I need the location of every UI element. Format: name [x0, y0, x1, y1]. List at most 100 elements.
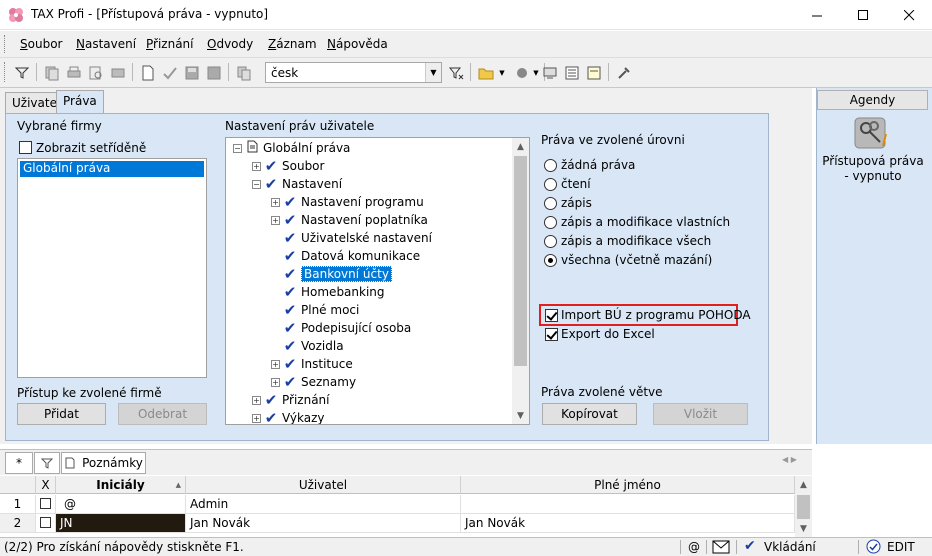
cell-initials[interactable]: @: [56, 495, 186, 514]
rights-radio[interactable]: [544, 254, 557, 267]
paste-button[interactable]: Vložit: [653, 403, 748, 425]
check-icon[interactable]: ✔: [283, 337, 297, 355]
row-checkbox-cell[interactable]: [36, 495, 56, 514]
cell-initials[interactable]: JN: [56, 514, 186, 533]
cell-user[interactable]: Admin: [186, 495, 461, 514]
collapse-icon[interactable]: −: [233, 143, 242, 153]
expand-icon[interactable]: +: [271, 197, 280, 207]
menu-napoveda[interactable]: Nápověda: [327, 37, 388, 51]
tree-item[interactable]: − ✔ Nastavení: [252, 175, 342, 193]
folder-icon[interactable]: [476, 63, 496, 83]
rights-radio[interactable]: [544, 235, 557, 248]
check-icon[interactable]: ✔: [264, 175, 278, 193]
rights-radio[interactable]: [544, 216, 557, 229]
check-icon[interactable]: ✔: [283, 301, 297, 319]
tab-scroll-arrows[interactable]: ◀ ▶: [782, 455, 797, 464]
save-icon[interactable]: [182, 63, 202, 83]
check-icon[interactable]: ✔: [283, 193, 297, 211]
tab-notes[interactable]: Poznámky: [61, 452, 146, 474]
folder-dropdown-icon[interactable]: ▼: [496, 63, 508, 83]
export-icon[interactable]: [108, 63, 128, 83]
firms-list[interactable]: Globální práva: [17, 158, 207, 378]
tab-all[interactable]: *: [5, 452, 33, 474]
close-button[interactable]: [886, 0, 932, 30]
check-icon[interactable]: ✔: [283, 247, 297, 265]
tree-scrollbar-thumb[interactable]: [514, 156, 527, 366]
expand-icon[interactable]: +: [252, 395, 261, 405]
check-icon[interactable]: ✔: [283, 355, 297, 373]
rights-tree[interactable]: − Globální práva + ✔ Soubor − ✔ Nastavení + ✔ Nast…: [225, 137, 530, 425]
menu-priznani[interactable]: Přiznání: [146, 37, 194, 51]
tab-prava[interactable]: Práva: [56, 90, 104, 114]
column-header-user[interactable]: Uživatel: [186, 476, 461, 494]
column-header-x[interactable]: X: [36, 476, 56, 494]
check-icon[interactable]: ✔: [283, 229, 297, 247]
expand-icon[interactable]: +: [271, 215, 280, 225]
tree-item[interactable]: ✔ Uživatelské nastavení: [271, 229, 432, 247]
note-icon[interactable]: [584, 63, 604, 83]
duplicate-icon[interactable]: [234, 63, 254, 83]
tree-item[interactable]: ✔ Homebanking: [271, 283, 385, 301]
export-checkbox[interactable]: [545, 328, 558, 341]
tree-item[interactable]: − Globální práva: [233, 139, 350, 157]
menu-grip[interactable]: [4, 35, 7, 53]
grid-scrollbar[interactable]: ▲ ▼: [795, 476, 812, 537]
check-icon[interactable]: ✔: [283, 319, 297, 337]
filter-tab-icon[interactable]: [34, 452, 60, 474]
list-item[interactable]: Globální práva: [20, 161, 204, 177]
tree-item[interactable]: + ✔ Nastavení poplatníka: [271, 211, 428, 229]
cell-full-name[interactable]: [461, 495, 795, 514]
expand-icon[interactable]: +: [271, 377, 280, 387]
collapse-icon[interactable]: −: [252, 179, 261, 189]
search-combo[interactable]: česk ▼: [265, 62, 442, 83]
maximize-button[interactable]: [840, 0, 886, 30]
print-icon[interactable]: [64, 63, 84, 83]
menu-zaznam[interactable]: Záznam: [268, 37, 317, 51]
rights-radio[interactable]: [544, 197, 557, 210]
check-icon[interactable]: ✔: [283, 283, 297, 301]
scroll-up-icon[interactable]: ▲: [795, 476, 812, 493]
grid-scrollbar-thumb[interactable]: [797, 495, 810, 519]
import-checkbox[interactable]: [545, 309, 558, 322]
check-icon[interactable]: ✔: [283, 211, 297, 229]
tree-item[interactable]: ✔ Datová komunikace: [271, 247, 420, 265]
cell-user[interactable]: Jan Novák: [186, 514, 461, 533]
record-icon[interactable]: [512, 63, 532, 83]
row-checkbox-cell[interactable]: [36, 514, 56, 533]
check-icon[interactable]: ✔: [264, 157, 278, 175]
toolbar-grip[interactable]: [4, 62, 7, 82]
menu-nastaveni[interactable]: Nastavení: [76, 37, 136, 51]
expand-icon[interactable]: +: [271, 359, 280, 369]
tree-item[interactable]: ✔ Bankovní účty: [271, 265, 392, 283]
rights-radio[interactable]: [544, 159, 557, 172]
check-icon[interactable]: ✔: [264, 391, 278, 409]
access-rights-icon[interactable]: [854, 116, 890, 150]
agenda-item-label[interactable]: Přístupová práva - vypnuto: [820, 154, 926, 184]
tree-item[interactable]: + ✔ Nastavení programu: [271, 193, 424, 211]
delete-icon[interactable]: [204, 63, 224, 83]
tree-item[interactable]: + ✔ Instituce: [271, 355, 353, 373]
remove-button[interactable]: Odebrat: [118, 403, 207, 425]
tree-item[interactable]: ✔ Vozidla: [271, 337, 344, 355]
check-icon[interactable]: ✔: [264, 409, 278, 424]
tree-item[interactable]: ✔ Podepisující osoba: [271, 319, 412, 337]
scroll-up-icon[interactable]: ▲: [512, 138, 529, 155]
document-icon[interactable]: [245, 139, 259, 157]
scroll-down-icon[interactable]: ▼: [512, 407, 529, 424]
tree-item[interactable]: + ✔ Přiznání: [252, 391, 330, 409]
preview-icon[interactable]: [86, 63, 106, 83]
minimize-button[interactable]: [794, 0, 840, 30]
sorted-checkbox[interactable]: [19, 141, 32, 154]
rights-radio[interactable]: [544, 178, 557, 191]
list-icon[interactable]: [562, 63, 582, 83]
check-icon[interactable]: ✔: [283, 373, 297, 391]
tree-item[interactable]: ✔ Plné moci: [271, 301, 360, 319]
menu-soubor[interactable]: Soubor: [20, 37, 62, 51]
cell-full-name[interactable]: Jan Novák: [461, 514, 795, 533]
filter-icon[interactable]: [12, 63, 32, 83]
new-document-icon[interactable]: [138, 63, 158, 83]
confirm-icon[interactable]: [160, 63, 180, 83]
monitor-icon[interactable]: [540, 63, 560, 83]
add-button[interactable]: Přidat: [17, 403, 106, 425]
expand-icon[interactable]: +: [252, 161, 261, 171]
